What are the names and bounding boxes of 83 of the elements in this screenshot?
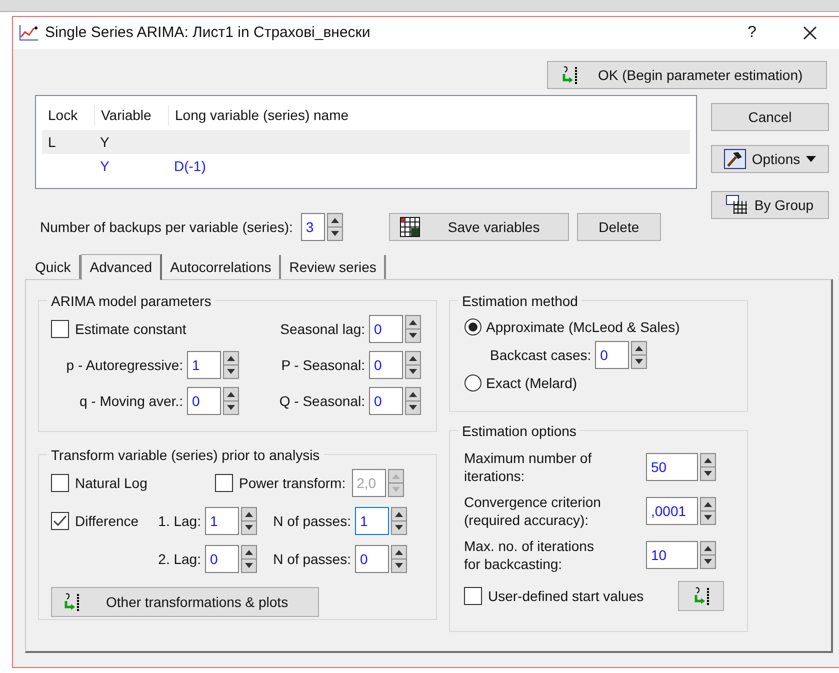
radio-button[interactable] bbox=[464, 318, 482, 336]
table-cell-text: Y bbox=[99, 132, 110, 152]
hammer-icon bbox=[724, 149, 746, 169]
spin-button[interactable] bbox=[391, 507, 407, 535]
field-label: 1. Lag: bbox=[157, 512, 201, 531]
number-field[interactable]: 1 bbox=[205, 507, 239, 535]
help-button[interactable]: ? bbox=[737, 21, 767, 45]
spin-button[interactable] bbox=[700, 497, 716, 525]
checkbox-label: User-defined start values bbox=[488, 586, 644, 606]
field-label: Convergence criterion (required accuracy): bbox=[464, 493, 602, 529]
close-icon[interactable] bbox=[803, 26, 817, 40]
number-field[interactable]: 0 bbox=[595, 341, 630, 369]
ok-button[interactable]: OK (Begin parameter estimation) bbox=[547, 61, 827, 89]
number-field[interactable]: 1 bbox=[355, 507, 389, 535]
spin-button[interactable] bbox=[241, 545, 257, 573]
checkbox[interactable] bbox=[51, 512, 69, 530]
spin-button[interactable] bbox=[405, 315, 421, 343]
field-label: Maximum number of iterations: bbox=[464, 449, 593, 485]
radio-button[interactable] bbox=[464, 374, 482, 392]
checkbox-label: Estimate constant bbox=[75, 320, 186, 338]
backups-label: Number of backups per variable (series): bbox=[40, 218, 293, 237]
radio-label: Exact (Melard) bbox=[486, 374, 578, 393]
number-field[interactable]: 0 bbox=[187, 387, 221, 415]
number-field[interactable]: 0 bbox=[369, 315, 403, 343]
field-label: p - Autoregressive: bbox=[65, 356, 183, 375]
run-icon bbox=[62, 592, 80, 612]
spin-button[interactable] bbox=[631, 341, 648, 369]
table-icon bbox=[726, 195, 748, 215]
field-label: q - Moving aver.: bbox=[78, 392, 183, 411]
table-cell-text: D(-1) bbox=[173, 156, 207, 176]
run-icon bbox=[560, 65, 578, 85]
checkbox[interactable] bbox=[51, 474, 69, 492]
radio-label: Approximate (McLeod & Sales) bbox=[486, 318, 680, 337]
checkbox-label: Difference bbox=[75, 512, 139, 530]
table-row[interactable]: L Y bbox=[42, 130, 690, 154]
number-field[interactable]: 50 bbox=[646, 453, 698, 481]
cancel-button[interactable]: Cancel bbox=[711, 103, 829, 131]
caret-icon bbox=[806, 156, 816, 162]
other-transformations-button[interactable]: Other transformations & plots bbox=[51, 587, 319, 617]
start-values-button[interactable] bbox=[678, 581, 724, 611]
number-field[interactable]: 0 bbox=[369, 387, 403, 415]
table-cell-text: Y bbox=[99, 156, 110, 176]
column-header: Variable bbox=[94, 104, 168, 126]
checkbox[interactable] bbox=[464, 587, 482, 605]
spin-button[interactable] bbox=[241, 507, 257, 535]
number-field[interactable]: 0 bbox=[205, 545, 239, 573]
checkbox[interactable] bbox=[51, 320, 69, 338]
grid-icon bbox=[400, 217, 420, 237]
column-header: Long variable (series) name bbox=[168, 104, 690, 126]
tab[interactable]: Advanced bbox=[80, 254, 162, 280]
field-label: Backcast cases: bbox=[490, 346, 592, 364]
number-field[interactable]: 3 bbox=[300, 213, 325, 241]
spin-button[interactable] bbox=[223, 351, 239, 379]
number-field[interactable]: 0 bbox=[355, 545, 389, 573]
window-title: Single Series ARIMA: Лист1 in Страхові_внески bbox=[45, 22, 370, 43]
field-label: Max. no. of iterations for backcasting: bbox=[464, 537, 595, 573]
chart-icon bbox=[19, 24, 39, 42]
number-field[interactable]: 1 bbox=[187, 351, 221, 379]
spin-button[interactable] bbox=[700, 541, 716, 569]
spin-button[interactable] bbox=[405, 387, 421, 415]
field-label: N of passes: bbox=[272, 550, 351, 569]
field-label: P - Seasonal: bbox=[280, 356, 365, 374]
field-label: 2. Lag: bbox=[157, 550, 201, 569]
column-header: Lock bbox=[47, 106, 79, 124]
by-group-button[interactable]: By Group bbox=[711, 191, 829, 219]
spin-button[interactable] bbox=[405, 351, 421, 379]
options-button[interactable]: Options bbox=[711, 145, 829, 173]
spin-button[interactable] bbox=[223, 387, 239, 415]
field-label: Seasonal lag: bbox=[279, 320, 365, 339]
save-variables-button[interactable]: Save variables bbox=[388, 213, 569, 241]
table-cell-text: L bbox=[47, 132, 57, 152]
checkbox-label: Power transform: bbox=[239, 474, 346, 492]
checkbox-label: Natural Log bbox=[75, 474, 148, 493]
delete-button[interactable]: Delete bbox=[576, 213, 661, 241]
field-label: Q - Seasonal: bbox=[278, 392, 365, 411]
spin-button[interactable] bbox=[391, 545, 407, 573]
spin-button[interactable] bbox=[700, 453, 716, 481]
number-field[interactable]: 0 bbox=[369, 351, 403, 379]
field-label: N of passes: bbox=[272, 512, 351, 531]
number-field[interactable]: ,0001 bbox=[646, 497, 698, 525]
run-icon bbox=[692, 586, 710, 606]
spin-button[interactable] bbox=[326, 213, 343, 241]
number-field[interactable]: 10 bbox=[646, 541, 698, 569]
